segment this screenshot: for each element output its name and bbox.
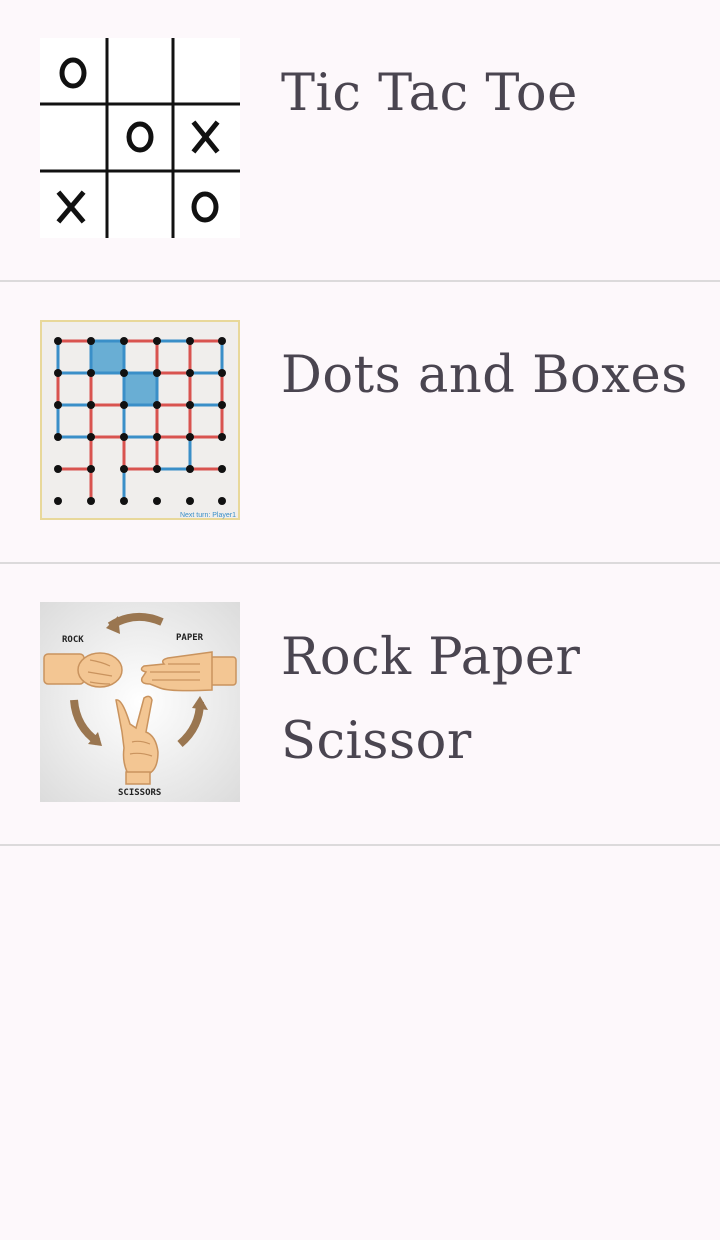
game-title: Dots and Boxes: [281, 346, 688, 405]
game-list: Tic Tac Toe Next turn: Player1 Dots and …: [0, 0, 720, 846]
game-item-tic-tac-toe[interactable]: Tic Tac Toe: [0, 0, 720, 282]
rock-paper-scissors-thumbnail: ROCK PAPER SCISSORS: [40, 602, 240, 802]
tic-tac-toe-thumbnail: [40, 38, 240, 238]
game-item-rock-paper-scissor[interactable]: ROCK PAPER SCISSORS Rock Paper Scissor: [0, 564, 720, 846]
game-title: Tic Tac Toe: [281, 64, 578, 123]
dots-and-boxes-thumbnail: Next turn: Player1: [40, 320, 240, 520]
next-turn-caption: Next turn: Player1: [180, 512, 236, 519]
game-item-dots-and-boxes[interactable]: Next turn: Player1 Dots and Boxes: [0, 282, 720, 564]
paper-label: PAPER: [176, 633, 204, 643]
game-title: Rock Paper Scissor: [281, 628, 581, 771]
rock-hand-icon: [43, 652, 123, 688]
scissors-label: SCISSORS: [118, 788, 161, 798]
rock-label: ROCK: [62, 635, 84, 645]
